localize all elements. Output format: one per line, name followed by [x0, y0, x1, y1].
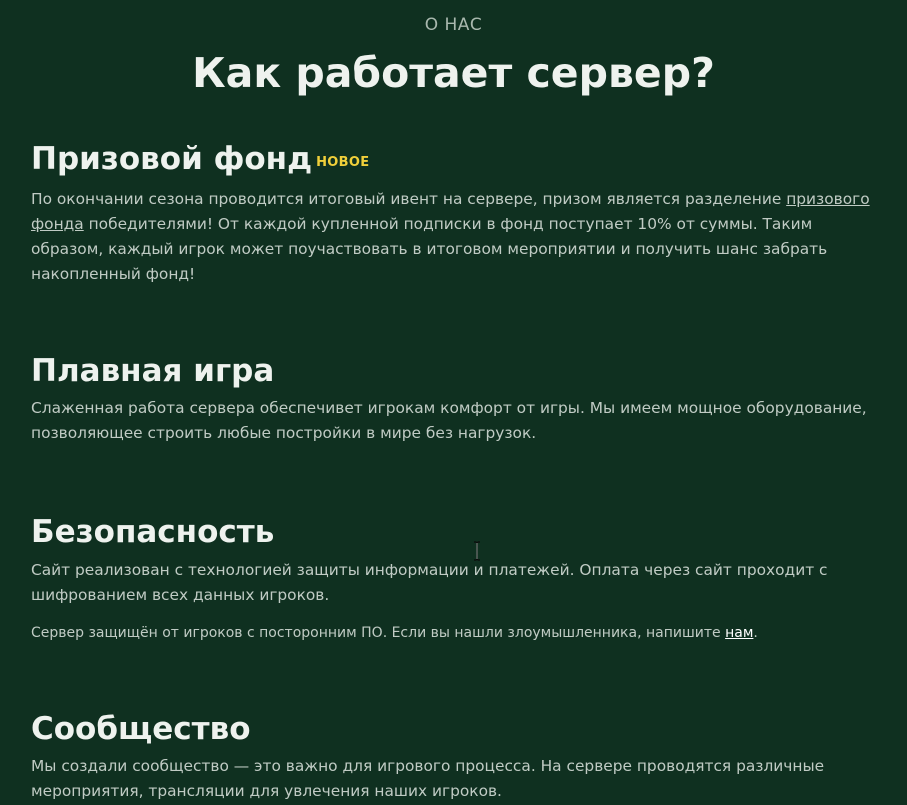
section-eyebrow: О НАС: [424, 15, 483, 35]
new-badge: НОВОЕ: [316, 155, 370, 170]
note-text-end: .: [753, 625, 758, 641]
section-note-security: Сервер защищён от игроков с посторонним …: [31, 623, 876, 643]
section-paragraph-prize-fund: По окончании сезона проводится итоговый …: [31, 187, 876, 287]
section-smooth-game: Плавная игра Слаженная работа сервера об…: [31, 352, 876, 446]
section-paragraph-security: Сайт реализован с технологией защиты инф…: [31, 561, 828, 604]
section-paragraph-community: Мы создали сообщество — это важно для иг…: [31, 757, 825, 800]
paragraph-text-start: По окончании сезона проводится итоговый …: [31, 190, 787, 208]
section-title-smooth-game: Плавная игра: [31, 353, 275, 389]
paragraph-text-end: победителями! От каждой купленной подпис…: [31, 215, 828, 283]
page-title: Как работает сервер?: [192, 49, 715, 97]
about-page: О НАС Как работает сервер? Призовой фонд…: [0, 0, 907, 805]
contact-us-link[interactable]: нам: [725, 625, 753, 641]
section-title-text: Призовой фонд: [31, 141, 313, 177]
note-text-start: Сервер защищён от игроков с посторонним …: [31, 625, 726, 641]
section-title-security: Безопасность: [31, 514, 275, 550]
section-security: Безопасность Сайт реализован с технологи…: [31, 513, 876, 643]
section-title-community: Сообщество: [31, 711, 251, 747]
section-paragraph-smooth-game: Слаженная работа сервера обеспечивет игр…: [31, 399, 867, 442]
section-community: Сообщество Мы создали сообщество — это в…: [31, 710, 876, 804]
section-prize-fund: Призовой фонд НОВОЕ По окончании сезона п…: [31, 140, 876, 287]
text-cursor-icon: [474, 541, 480, 561]
section-title-prize-fund: Призовой фонд НОВОЕ: [31, 140, 876, 178]
